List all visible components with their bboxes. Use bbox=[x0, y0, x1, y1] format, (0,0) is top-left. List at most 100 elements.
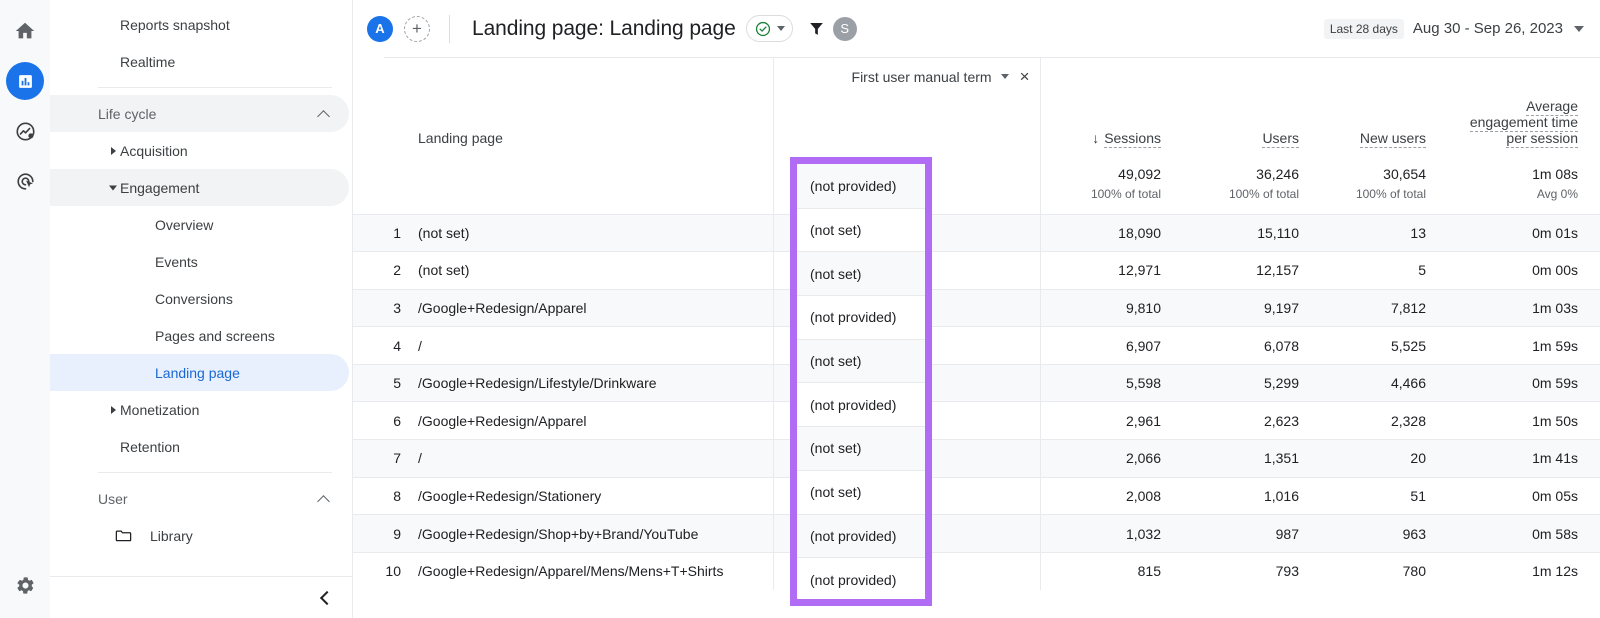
row-avg-engagement: 0m 01s bbox=[1448, 213, 1600, 252]
row-landing-page[interactable]: /Google+Redesign/Apparel bbox=[415, 401, 773, 440]
sidebar-section-label: User bbox=[98, 490, 128, 507]
sidebar-item-retention[interactable]: Retention bbox=[50, 428, 349, 465]
table-row[interactable]: 2 (not set) 12,971 12,157 5 0m 00s bbox=[353, 251, 1600, 290]
row-avg-engagement: 0m 05s bbox=[1448, 476, 1600, 515]
row-index: 9 bbox=[353, 514, 415, 553]
arrow-down-icon: ↓ bbox=[1092, 130, 1100, 146]
totals-new-users-value: 30,654 bbox=[1383, 166, 1426, 182]
highlight-value: (not set) bbox=[797, 207, 925, 252]
chevron-down-icon bbox=[109, 185, 117, 190]
row-new-users: 13 bbox=[1321, 213, 1448, 252]
row-avg-engagement: 0m 59s bbox=[1448, 363, 1600, 402]
chevron-right-icon bbox=[111, 146, 116, 155]
row-index: 2 bbox=[353, 251, 415, 290]
landing-page-header[interactable]: Landing page bbox=[415, 57, 773, 156]
row-sessions: 6,907 bbox=[1039, 326, 1183, 365]
funnel-glyph bbox=[809, 22, 823, 35]
sidebar-divider-1 bbox=[98, 87, 332, 88]
secondary-dimension-header: First user manual term × bbox=[772, 57, 1040, 156]
chevron-up-icon bbox=[318, 107, 331, 120]
row-landing-page[interactable]: /Google+Redesign/Apparel bbox=[415, 288, 773, 327]
highlight-value: (not set) bbox=[797, 338, 925, 383]
sidebar-item-events[interactable]: Events bbox=[50, 243, 349, 280]
row-avg-engagement: 0m 00s bbox=[1448, 251, 1600, 290]
chevron-down-icon[interactable] bbox=[1000, 74, 1009, 79]
table-row[interactable]: 6 /Google+Redesign/Apparel 2,961 2,623 2… bbox=[353, 401, 1600, 440]
sessions-header[interactable]: ↓ Sessions bbox=[1039, 57, 1183, 156]
highlight-value: (not set) bbox=[797, 426, 925, 470]
highlight-value: (not set) bbox=[797, 251, 925, 296]
row-users: 1,351 bbox=[1183, 439, 1321, 478]
gear-glyph bbox=[16, 576, 34, 594]
row-landing-page[interactable]: (not set) bbox=[415, 213, 773, 252]
bar-chart-glyph bbox=[18, 74, 32, 88]
sidebar-item-reports-snapshot[interactable]: Reports snapshot bbox=[50, 6, 349, 43]
sidebar-item-library[interactable]: Library bbox=[50, 517, 352, 554]
row-landing-page[interactable]: /Google+Redesign/Stationery bbox=[415, 476, 773, 515]
totals-row: 49,092 100% of total 36,246 100% of tota… bbox=[353, 156, 1600, 214]
add-comparison-button[interactable]: + bbox=[404, 15, 430, 42]
user-avatar[interactable]: S bbox=[832, 16, 857, 41]
avg-engagement-header[interactable]: Average engagement time per session bbox=[1448, 57, 1600, 156]
new-users-header[interactable]: New users bbox=[1321, 57, 1448, 156]
totals-users-cell: 36,246 100% of total bbox=[1183, 156, 1321, 214]
sidebar-section-user[interactable]: User bbox=[50, 480, 349, 517]
sidebar-item-label: Monetization bbox=[120, 401, 200, 418]
row-avg-engagement: 1m 59s bbox=[1448, 326, 1600, 365]
row-new-users: 2,328 bbox=[1321, 401, 1448, 440]
row-users: 1,016 bbox=[1183, 476, 1321, 515]
advertising-icon[interactable] bbox=[0, 156, 50, 206]
table-row[interactable]: 4 / 6,907 6,078 5,525 1m 59s bbox=[353, 326, 1600, 365]
sidebar-item-landing-page[interactable]: Landing page bbox=[50, 354, 349, 391]
sidebar-collapse-button[interactable] bbox=[50, 576, 352, 618]
row-users: 9,197 bbox=[1183, 288, 1321, 327]
row-avg-engagement: 1m 50s bbox=[1448, 401, 1600, 440]
sidebar-item-overview[interactable]: Overview bbox=[50, 206, 349, 243]
table-row[interactable]: 8 /Google+Redesign/Stationery 2,008 1,01… bbox=[353, 476, 1600, 515]
top-bar: A + Landing page: Landing page S Last 28… bbox=[353, 0, 1600, 57]
row-landing-page[interactable]: /Google+Redesign/Shop+by+Brand/YouTube bbox=[415, 514, 773, 553]
row-sessions: 2,008 bbox=[1039, 476, 1183, 515]
sidebar-item-acquisition[interactable]: Acquisition bbox=[50, 132, 349, 169]
sidebar-item-engagement[interactable]: Engagement bbox=[50, 169, 349, 206]
totals-sessions-cell: 49,092 100% of total bbox=[1039, 156, 1183, 214]
secondary-dimension-control[interactable]: First user manual term × bbox=[774, 68, 1032, 85]
row-sessions: 5,598 bbox=[1039, 363, 1183, 402]
settings-gear-icon[interactable] bbox=[0, 560, 50, 610]
sidebar-item-realtime[interactable]: Realtime bbox=[50, 43, 349, 80]
row-landing-page[interactable]: /Google+Redesign/Lifestyle/Drinkware bbox=[415, 363, 773, 402]
advertising-glyph bbox=[16, 172, 34, 190]
table-row[interactable]: 1 (not set) 18,090 15,110 13 0m 01s bbox=[353, 213, 1600, 252]
sidebar-item-pages-and-screens[interactable]: Pages and screens bbox=[50, 317, 349, 354]
home-icon[interactable] bbox=[0, 6, 50, 56]
sidebar-item-conversions[interactable]: Conversions bbox=[50, 280, 349, 317]
report-status-badge[interactable] bbox=[745, 15, 793, 42]
row-landing-page[interactable]: / bbox=[415, 439, 773, 478]
explore-icon[interactable] bbox=[0, 106, 50, 156]
users-header[interactable]: Users bbox=[1183, 57, 1321, 156]
row-landing-page[interactable]: / bbox=[415, 326, 773, 365]
date-range-control[interactable]: Last 28 days Aug 30 - Sep 26, 2023 bbox=[1323, 18, 1586, 39]
account-avatar[interactable]: A bbox=[367, 15, 393, 42]
row-landing-page[interactable]: /Google+Redesign/Apparel/Mens/Mens+T+Shi… bbox=[415, 551, 773, 590]
row-avg-engagement: 1m 03s bbox=[1448, 288, 1600, 327]
table-row[interactable]: 9 /Google+Redesign/Shop+by+Brand/YouTube… bbox=[353, 514, 1600, 553]
reports-icon[interactable] bbox=[0, 56, 50, 106]
sidebar-section-label: Life cycle bbox=[98, 105, 157, 122]
row-users: 5,299 bbox=[1183, 363, 1321, 402]
chevron-down-icon[interactable] bbox=[1574, 25, 1584, 32]
remove-secondary-dimension-button[interactable]: × bbox=[1018, 68, 1032, 85]
row-landing-page[interactable]: (not set) bbox=[415, 251, 773, 290]
table-row[interactable]: 5 /Google+Redesign/Lifestyle/Drinkware 5… bbox=[353, 363, 1600, 402]
chevron-down-icon bbox=[776, 26, 785, 31]
highlight-value: (not provided) bbox=[797, 557, 925, 599]
table-row[interactable]: 7 / 2,066 1,351 20 1m 41s bbox=[353, 439, 1600, 478]
sidebar-section-life-cycle[interactable]: Life cycle bbox=[50, 95, 349, 132]
totals-index-cell bbox=[353, 156, 415, 214]
table-row[interactable]: 3 /Google+Redesign/Apparel 9,810 9,197 7… bbox=[353, 288, 1600, 327]
filter-funnel-icon[interactable] bbox=[807, 19, 826, 38]
row-index: 4 bbox=[353, 326, 415, 365]
table-row[interactable]: 10 /Google+Redesign/Apparel/Mens/Mens+T+… bbox=[353, 551, 1600, 590]
top-bar-divider bbox=[449, 14, 450, 43]
sidebar-item-monetization[interactable]: Monetization bbox=[50, 391, 349, 428]
